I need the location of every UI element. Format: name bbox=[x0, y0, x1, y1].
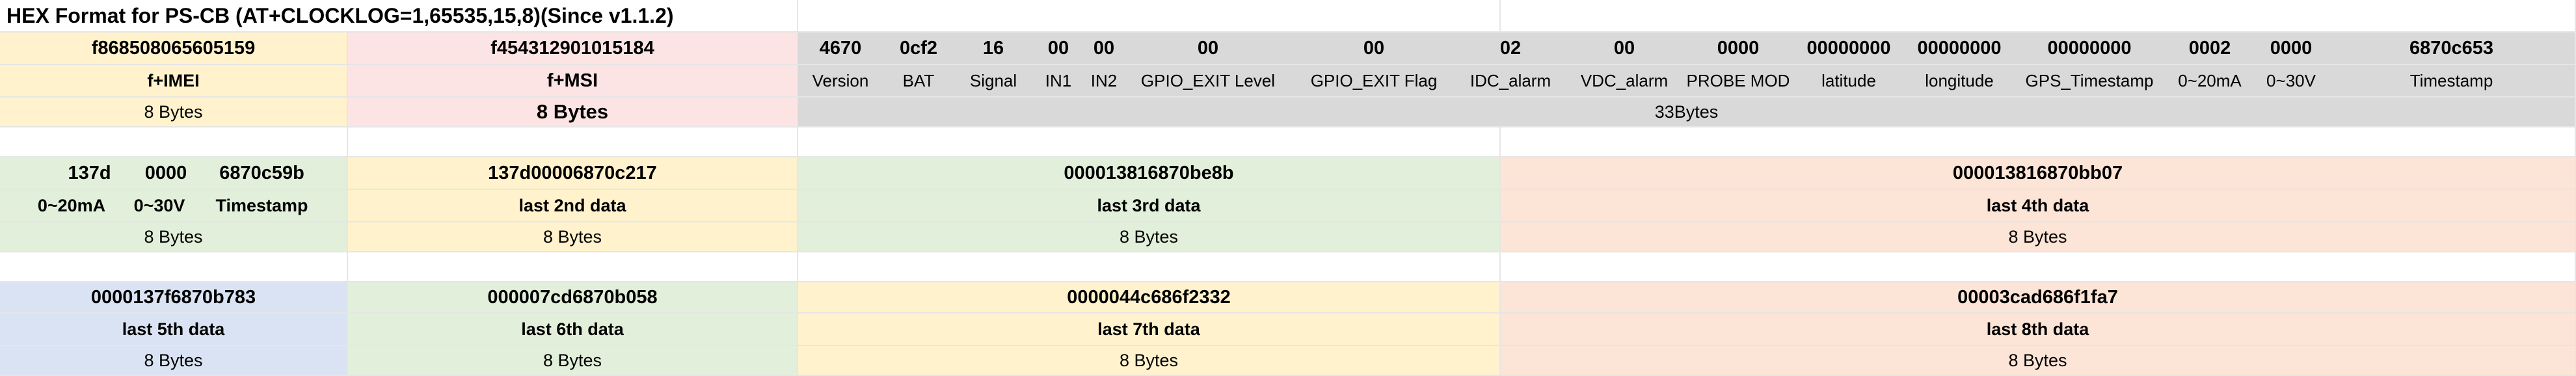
empty-cell[interactable] bbox=[798, 128, 1501, 157]
in1-label: IN1 bbox=[1045, 70, 1072, 90]
gpio-exit-flag-value: 00 bbox=[1363, 37, 1385, 59]
voltage-label: 0~30V bbox=[2266, 70, 2316, 90]
latitude-label: latitude bbox=[1821, 70, 1876, 90]
probe-mod-value: 0000 bbox=[1717, 37, 1760, 59]
gpio-exit-flag-label: GPIO_EXIT Flag bbox=[1310, 70, 1438, 90]
empty-cell[interactable] bbox=[1501, 0, 2576, 33]
first-current-label: 0~20mA bbox=[37, 195, 106, 215]
data-4-value[interactable]: 000013816870bb07 bbox=[1501, 157, 2576, 190]
data-5-size[interactable]: 8 Bytes bbox=[0, 346, 348, 376]
first-voltage-label: 0~30V bbox=[133, 195, 185, 215]
idc-alarm-label: IDC_alarm bbox=[1469, 70, 1551, 90]
data-6-value[interactable]: 000007cd6870b058 bbox=[348, 282, 798, 314]
data-7-label[interactable]: last 7th data bbox=[798, 314, 1501, 346]
empty-cell[interactable] bbox=[0, 128, 348, 157]
imsi-value[interactable]: f454312901015184 bbox=[348, 33, 798, 65]
vdc-alarm-label: VDC_alarm bbox=[1580, 70, 1669, 90]
table-title[interactable]: HEX Format for PS-CB (AT+CLOCKLOG=1,6553… bbox=[0, 0, 798, 33]
data-8-size[interactable]: 8 Bytes bbox=[1501, 346, 2576, 376]
data-5-value[interactable]: 0000137f6870b783 bbox=[0, 282, 348, 314]
payload-values-row[interactable]: 4670 0cf2 16 00 00 00 00 02 00 0000 0000… bbox=[798, 33, 2576, 65]
imei-value[interactable]: f868508065605159 bbox=[0, 33, 348, 65]
signal-value: 16 bbox=[982, 37, 1004, 59]
data-3-label[interactable]: last 3rd data bbox=[798, 190, 1501, 222]
data-3-value[interactable]: 000013816870be8b bbox=[798, 157, 1501, 190]
latitude-value: 00000000 bbox=[1806, 37, 1891, 59]
empty-cell[interactable] bbox=[798, 0, 1501, 33]
data-2-value[interactable]: 137d00006870c217 bbox=[348, 157, 798, 190]
probe-mod-label: PROBE MOD bbox=[1686, 70, 1790, 90]
empty-cell[interactable] bbox=[0, 252, 348, 282]
current-label: 0~20mA bbox=[2178, 70, 2242, 90]
empty-cell[interactable] bbox=[348, 128, 798, 157]
data-2-size[interactable]: 8 Bytes bbox=[348, 222, 798, 252]
in2-value: 00 bbox=[1093, 37, 1115, 59]
data-4-label[interactable]: last 4th data bbox=[1501, 190, 2576, 222]
data-8-value[interactable]: 00003cad686f1fa7 bbox=[1501, 282, 2576, 314]
version-label: Version bbox=[812, 70, 869, 90]
gpio-exit-level-value: 00 bbox=[1197, 37, 1219, 59]
idc-alarm-value: 02 bbox=[1499, 37, 1522, 59]
empty-cell[interactable] bbox=[1501, 128, 2576, 157]
first-timestamp-label: Timestamp bbox=[215, 195, 308, 215]
imei-label[interactable]: f+IMEI bbox=[0, 65, 348, 98]
bat-value: 0cf2 bbox=[899, 37, 938, 59]
bat-label: BAT bbox=[902, 70, 935, 90]
imsi-label[interactable]: f+MSI bbox=[348, 65, 798, 98]
imsi-size[interactable]: 8 Bytes bbox=[348, 98, 798, 128]
empty-cell[interactable] bbox=[1501, 252, 2576, 282]
longitude-label: longitude bbox=[1925, 70, 1994, 90]
version-value: 4670 bbox=[819, 37, 862, 59]
data-7-size[interactable]: 8 Bytes bbox=[798, 346, 1501, 376]
data-2-label[interactable]: last 2nd data bbox=[348, 190, 798, 222]
first-data-labels[interactable]: 0~20mA 0~30V Timestamp bbox=[0, 190, 348, 222]
vdc-alarm-value: 00 bbox=[1613, 37, 1635, 59]
current-value: 0002 bbox=[2188, 37, 2231, 59]
imei-size[interactable]: 8 Bytes bbox=[0, 98, 348, 128]
first-timestamp-value: 6870c59b bbox=[219, 162, 304, 183]
data-3-size[interactable]: 8 Bytes bbox=[798, 222, 1501, 252]
data-5-label[interactable]: last 5th data bbox=[0, 314, 348, 346]
in1-value: 00 bbox=[1047, 37, 1069, 59]
payload-labels-row[interactable]: Version BAT Signal IN1 IN2 GPIO_EXIT Lev… bbox=[798, 65, 2576, 98]
data-8-label[interactable]: last 8th data bbox=[1501, 314, 2576, 346]
gps-timestamp-value: 00000000 bbox=[2047, 37, 2132, 59]
payload-size[interactable]: 33Bytes bbox=[798, 98, 2576, 128]
longitude-value: 00000000 bbox=[1917, 37, 2002, 59]
first-data-values[interactable]: 137d 0000 6870c59b bbox=[0, 157, 348, 190]
data-7-value[interactable]: 0000044c686f2332 bbox=[798, 282, 1501, 314]
hex-format-table: HEX Format for PS-CB (AT+CLOCKLOG=1,6553… bbox=[0, 0, 2576, 376]
timestamp-value: 6870c653 bbox=[2409, 37, 2494, 59]
first-data-size[interactable]: 8 Bytes bbox=[0, 222, 348, 252]
data-4-size[interactable]: 8 Bytes bbox=[1501, 222, 2576, 252]
gps-timestamp-label: GPS_Timestamp bbox=[2025, 70, 2154, 90]
data-6-size[interactable]: 8 Bytes bbox=[348, 346, 798, 376]
data-6-label[interactable]: last 6th data bbox=[348, 314, 798, 346]
empty-cell[interactable] bbox=[798, 252, 1501, 282]
gpio-exit-level-label: GPIO_EXIT Level bbox=[1140, 70, 1276, 90]
signal-label: Signal bbox=[969, 70, 1017, 90]
voltage-value: 0000 bbox=[2270, 37, 2313, 59]
empty-cell[interactable] bbox=[348, 252, 798, 282]
in2-label: IN2 bbox=[1090, 70, 1118, 90]
timestamp-label: Timestamp bbox=[2409, 70, 2493, 90]
